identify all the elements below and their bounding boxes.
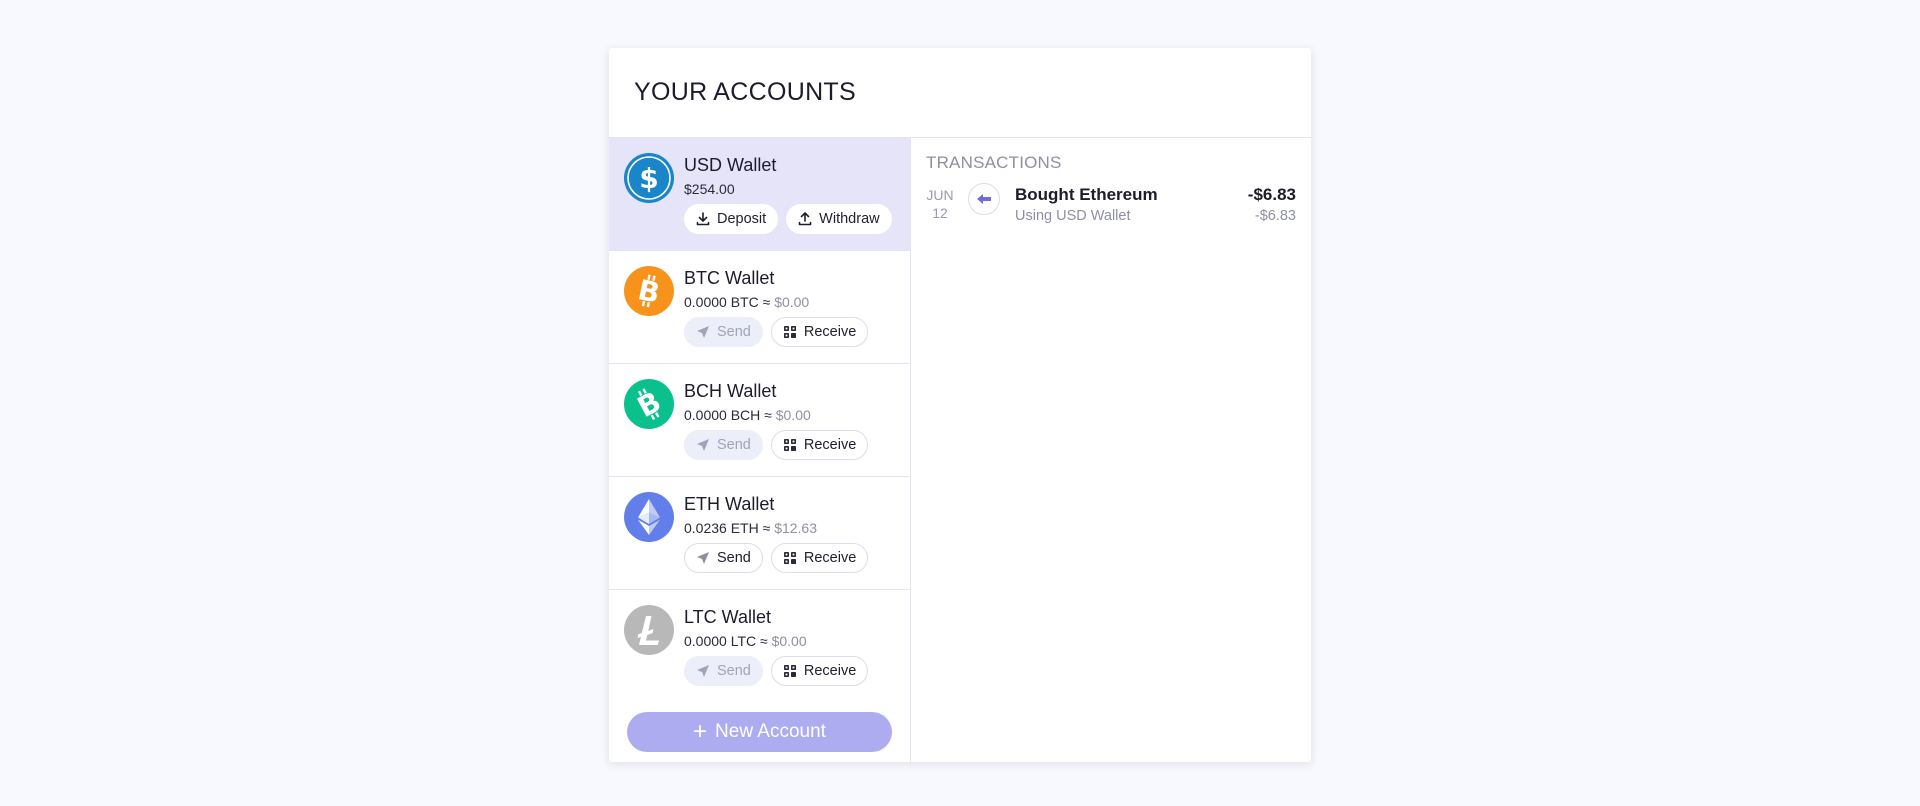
fiat-value: $0.00 [774,294,810,310]
transaction-row[interactable]: JUN 12 Bought Ethereum Using USD Wallet … [926,182,1296,224]
account-name: USD Wallet [684,155,777,175]
qr-code-icon [783,664,797,678]
transaction-day: 12 [932,205,948,221]
withdraw-label: Withdraw [819,211,880,227]
arrow-left-icon [968,183,1000,215]
upload-icon [798,212,812,226]
send-button[interactable]: Send [684,656,763,686]
balance-amount: $254.00 [684,181,735,197]
transactions-title: TRANSACTIONS [926,153,1062,172]
transaction-month: JUN [926,187,954,203]
send-label: Send [717,550,751,566]
deposit-button[interactable]: Deposit [684,204,779,234]
withdraw-button[interactable]: Withdraw [786,204,892,234]
transaction-name: Bought Ethereum [1015,185,1158,204]
qr-code-icon [783,325,797,339]
receive-button[interactable]: Receive [770,317,869,347]
card-body: $ USD Wallet $254.00 Deposit Withdraw B … [609,138,1311,762]
balance-amount: 0.0236 ETH ≈ [684,520,775,536]
account-balance: 0.0000 BTC ≈ $0.00 [684,293,900,311]
account-btc-wallet[interactable]: B BTC Wallet 0.0000 BTC ≈ $0.00 Send Rec… [609,251,910,364]
receive-label: Receive [803,550,857,566]
send-button[interactable]: Send [684,430,763,460]
deposit-label: Deposit [717,211,767,227]
send-icon [696,551,710,565]
send-button[interactable]: Send [684,317,763,347]
qr-code-icon [783,438,797,452]
balance-amount: 0.0000 LTC ≈ [684,633,772,649]
accounts-list: $ USD Wallet $254.00 Deposit Withdraw B … [609,138,911,762]
fiat-value: $12.63 [774,520,818,536]
fiat-value: $0.00 [775,407,811,423]
account-balance: $254.00 [684,180,900,198]
account-bch-wallet[interactable]: B BCH Wallet 0.0000 BCH ≈ $0.00 Send Rec… [609,364,910,477]
receive-label: Receive [803,663,857,679]
litecoin-icon [624,605,674,655]
fiat-value: $0.00 [771,633,807,649]
transaction-date: JUN 12 [926,186,954,222]
account-balance: 0.0000 LTC ≈ $0.00 [684,632,900,650]
page-title: YOUR ACCOUNTS [634,78,856,106]
balance-amount: 0.0000 BCH ≈ [684,407,776,423]
card-header: YOUR ACCOUNTS [609,48,1311,138]
download-icon [696,212,710,226]
send-label: Send [717,324,751,340]
send-icon [696,438,710,452]
send-icon [696,664,710,678]
account-name: BTC Wallet [684,268,775,288]
accounts-card: YOUR ACCOUNTS $ USD Wallet $254.00 Depos… [609,48,1311,762]
bitcoin-icon: B [624,266,674,316]
send-button[interactable]: Send [684,543,763,573]
account-name: BCH Wallet [684,381,777,401]
qr-code-icon [783,551,797,565]
balance-amount: 0.0000 BTC ≈ [684,294,775,310]
usd-coin-icon: $ [624,153,674,203]
send-label: Send [717,437,751,453]
svg-text:$: $ [639,162,658,195]
transaction-amount: -$6.83 [1247,185,1296,204]
account-eth-wallet[interactable]: ETH Wallet 0.0236 ETH ≈ $12.63 Send Rece… [609,477,910,590]
account-balance: 0.0000 BCH ≈ $0.00 [684,406,900,424]
transaction-amount-secondary: -$6.83 [1254,208,1296,224]
bitcoin-cash-icon: B [624,379,674,429]
account-ltc-wallet[interactable]: LTC Wallet 0.0000 LTC ≈ $0.00 Send Recei… [609,590,910,703]
send-label: Send [717,663,751,679]
transactions-panel: TRANSACTIONS JUN 12 Bought Ethereum Usin… [911,138,1311,762]
receive-label: Receive [803,324,857,340]
receive-button[interactable]: Receive [770,656,869,686]
receive-button[interactable]: Receive [770,430,869,460]
ethereum-icon [624,492,674,542]
account-name: LTC Wallet [684,607,772,627]
account-name: ETH Wallet [684,494,775,514]
new-account-button[interactable]: + New Account [627,712,892,752]
account-balance: 0.0236 ETH ≈ $12.63 [684,519,900,537]
account-usd-wallet[interactable]: $ USD Wallet $254.00 Deposit Withdraw [609,138,910,251]
send-icon [696,325,710,339]
plus-icon: + [693,718,708,745]
new-account-label: New Account [715,721,826,742]
receive-button[interactable]: Receive [770,543,869,573]
receive-label: Receive [803,437,857,453]
transaction-subtitle: Using USD Wallet [1015,208,1131,224]
